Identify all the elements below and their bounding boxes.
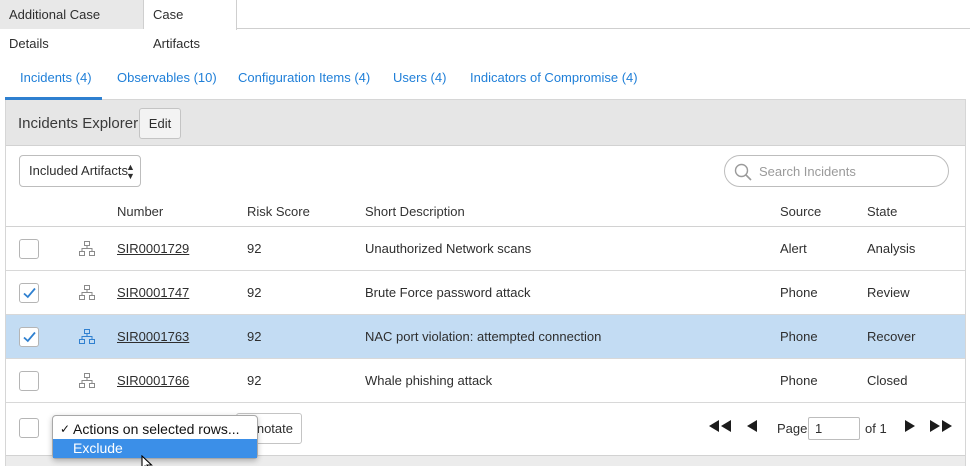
select-all-checkbox[interactable] — [19, 418, 39, 438]
table-row[interactable]: SIR0001766 92 Whale phishing attack Phon… — [6, 359, 965, 403]
mouse-cursor-icon — [141, 455, 153, 466]
column-number[interactable]: Number — [117, 204, 163, 219]
state: Review — [867, 285, 910, 300]
row-checkbox[interactable] — [19, 239, 39, 259]
table-row[interactable]: SIR0001747 92 Brute Force password attac… — [6, 271, 965, 315]
search-icon — [734, 163, 752, 181]
section-tabs: Additional Case Details Case Artifacts — [0, 0, 970, 51]
source: Alert — [780, 241, 807, 256]
actions-dropdown-menu[interactable]: ✓ Actions on selected rows... Exclude — [52, 415, 258, 466]
menu-item-label: Exclude — [73, 440, 123, 456]
risk-score: 92 — [247, 241, 262, 256]
next-page-icon[interactable] — [904, 419, 916, 433]
incident-number-link[interactable]: SIR0001766 — [117, 373, 189, 388]
state: Closed — [867, 373, 908, 388]
risk-score: 92 — [247, 285, 262, 300]
incident-number-link[interactable]: SIR0001729 — [117, 241, 189, 256]
row-checkbox[interactable] — [19, 371, 39, 391]
filter-select-value: Included Artifacts — [29, 163, 128, 178]
tab-case-artifacts[interactable]: Case Artifacts — [144, 0, 237, 51]
page-number-input[interactable] — [808, 417, 860, 440]
menu-item-exclude[interactable]: Exclude — [53, 439, 257, 458]
panel-title: Incidents Explorer — [18, 115, 139, 132]
panel-header: Incidents Explorer Edit — [6, 100, 965, 146]
source: Phone — [780, 329, 818, 344]
column-risk-score[interactable]: Risk Score — [247, 204, 310, 219]
previous-page-icon[interactable] — [746, 419, 758, 433]
search-input[interactable] — [759, 162, 939, 180]
edit-button[interactable]: Edit — [139, 108, 181, 139]
short-description: NAC port violation: attempted connection — [365, 329, 602, 344]
menu-item-actions-on-selected-rows[interactable]: ✓ Actions on selected rows... — [53, 420, 257, 439]
row-checkbox[interactable] — [19, 283, 39, 303]
tab-additional-case-details[interactable]: Additional Case Details — [0, 0, 144, 51]
table-header: Number Risk Score Short Description Sour… — [6, 197, 965, 227]
state: Recover — [867, 329, 916, 344]
short-description: Brute Force password attack — [365, 285, 531, 300]
short-description: Unauthorized Network scans — [365, 241, 532, 256]
hierarchy-icon[interactable] — [79, 241, 95, 256]
tab-observables[interactable]: Observables (10) — [117, 60, 217, 100]
related-list-tabs: Incidents (4) Observables (10) Configura… — [5, 60, 966, 100]
tab-configuration-items[interactable]: Configuration Items (4) — [238, 60, 370, 100]
select-arrows-icon: ▲ ▼ — [126, 162, 135, 181]
state: Analysis — [867, 241, 916, 256]
column-state[interactable]: State — [867, 204, 897, 219]
table-row[interactable]: SIR0001763 92 NAC port violation: attemp… — [6, 315, 965, 359]
source: Phone — [780, 285, 818, 300]
column-short-description[interactable]: Short Description — [365, 204, 465, 219]
menu-item-label: Actions on selected rows... — [73, 421, 240, 437]
source: Phone — [780, 373, 818, 388]
hierarchy-icon[interactable] — [79, 285, 95, 300]
page-count-label: of 1 — [865, 421, 887, 436]
checkmark-icon — [23, 331, 36, 343]
row-checkbox[interactable] — [19, 327, 39, 347]
last-page-icon[interactable] — [929, 419, 953, 433]
short-description: Whale phishing attack — [365, 373, 493, 388]
table-footer: notate ✓ Actions on selected rows... Exc… — [6, 403, 965, 466]
risk-score: 92 — [247, 373, 262, 388]
risk-score: 92 — [247, 329, 262, 344]
hierarchy-icon[interactable] — [79, 329, 95, 344]
tab-users[interactable]: Users (4) — [393, 60, 446, 100]
search-incidents-field[interactable] — [724, 155, 949, 187]
checkmark-icon — [23, 287, 36, 299]
incident-number-link[interactable]: SIR0001763 — [117, 329, 189, 344]
incidents-explorer-panel: Incidents Explorer Edit Included Artifac… — [5, 100, 966, 466]
tab-indicators-of-compromise[interactable]: Indicators of Compromise (4) — [470, 60, 638, 100]
table-row[interactable]: SIR0001729 92 Unauthorized Network scans… — [6, 227, 965, 271]
incident-number-link[interactable]: SIR0001747 — [117, 285, 189, 300]
column-source[interactable]: Source — [780, 204, 821, 219]
tab-incidents[interactable]: Incidents (4) — [5, 60, 102, 100]
page-label: Page — [777, 421, 808, 436]
checkmark-icon: ✓ — [60, 422, 71, 436]
hierarchy-icon[interactable] — [79, 373, 95, 388]
artifacts-filter-select[interactable]: Included Artifacts ▲ ▼ — [19, 155, 141, 187]
first-page-icon[interactable] — [708, 419, 732, 433]
